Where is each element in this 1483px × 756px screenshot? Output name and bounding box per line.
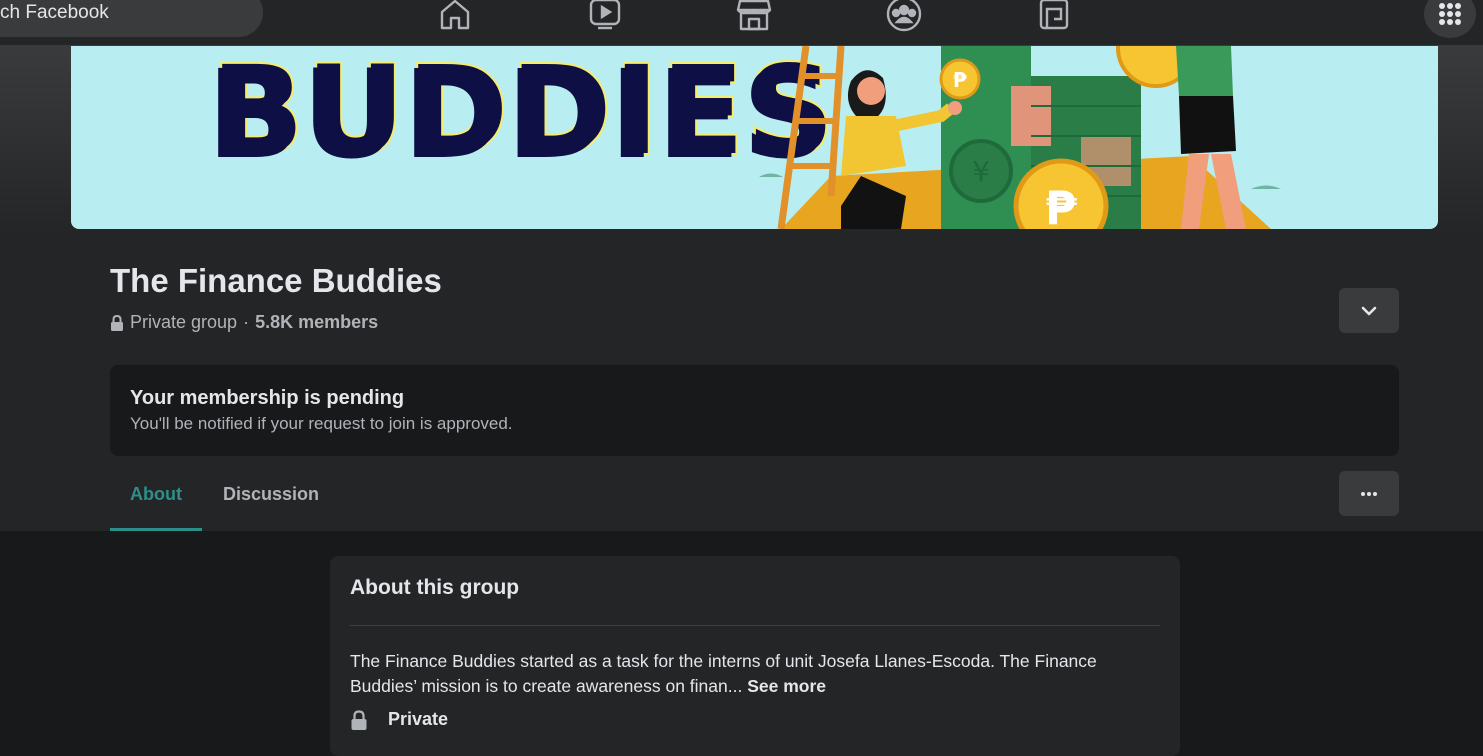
meta-separator: · <box>243 312 250 332</box>
more-options-button[interactable] <box>1339 471 1399 516</box>
group-meta: Private group · 5.8K members <box>110 312 378 333</box>
about-group-card: About this group The Finance Buddies sta… <box>330 556 1180 756</box>
home-icon[interactable] <box>435 0 475 34</box>
expand-header-button[interactable] <box>1339 288 1399 333</box>
tab-discussion[interactable]: Discussion <box>203 473 339 531</box>
chevron-down-icon <box>1361 306 1377 315</box>
group-member-count[interactable]: 5.8K members <box>255 312 378 333</box>
groups-icon[interactable] <box>884 0 924 34</box>
group-name[interactable]: The Finance Buddies <box>110 262 442 300</box>
lock-icon <box>351 709 367 730</box>
grid-menu-icon[interactable] <box>1424 0 1476 38</box>
about-divider <box>350 625 1160 626</box>
search-bar[interactable]: ch Facebook <box>0 0 263 37</box>
svg-text:₱: ₱ <box>1045 181 1077 229</box>
more-icon <box>1361 491 1377 496</box>
top-navigation-bar: ch Facebook <box>0 0 1483 46</box>
membership-pending-notice: Your membership is pending You'll be not… <box>110 365 1399 456</box>
watch-icon[interactable] <box>585 0 625 34</box>
about-description: The Finance Buddies started as a task fo… <box>350 649 1160 699</box>
cover-photo[interactable]: BUDDIES ¥ ₱ ₱ <box>71 46 1438 229</box>
cover-illustration: ¥ ₱ ₱ <box>759 46 1281 229</box>
lock-icon <box>111 314 123 331</box>
marketplace-icon[interactable] <box>734 0 774 34</box>
about-privacy-row: Private <box>350 709 1160 730</box>
search-visible-text[interactable]: ch Facebook <box>0 2 109 24</box>
about-card-title: About this group <box>350 576 520 599</box>
about-privacy-label: Private <box>388 709 449 729</box>
gaming-icon[interactable] <box>1034 0 1074 34</box>
pending-title: Your membership is pending <box>130 387 405 409</box>
pending-subtitle: You'll be notified if your request to jo… <box>130 414 513 433</box>
svg-text:¥: ¥ <box>972 155 990 188</box>
group-privacy-label: Private group <box>130 312 238 332</box>
about-description-text: The Finance Buddies started as a task fo… <box>350 651 1097 696</box>
svg-text:₱: ₱ <box>953 68 967 92</box>
tab-about[interactable]: About <box>110 473 202 531</box>
see-more-link[interactable]: See more <box>747 676 826 696</box>
